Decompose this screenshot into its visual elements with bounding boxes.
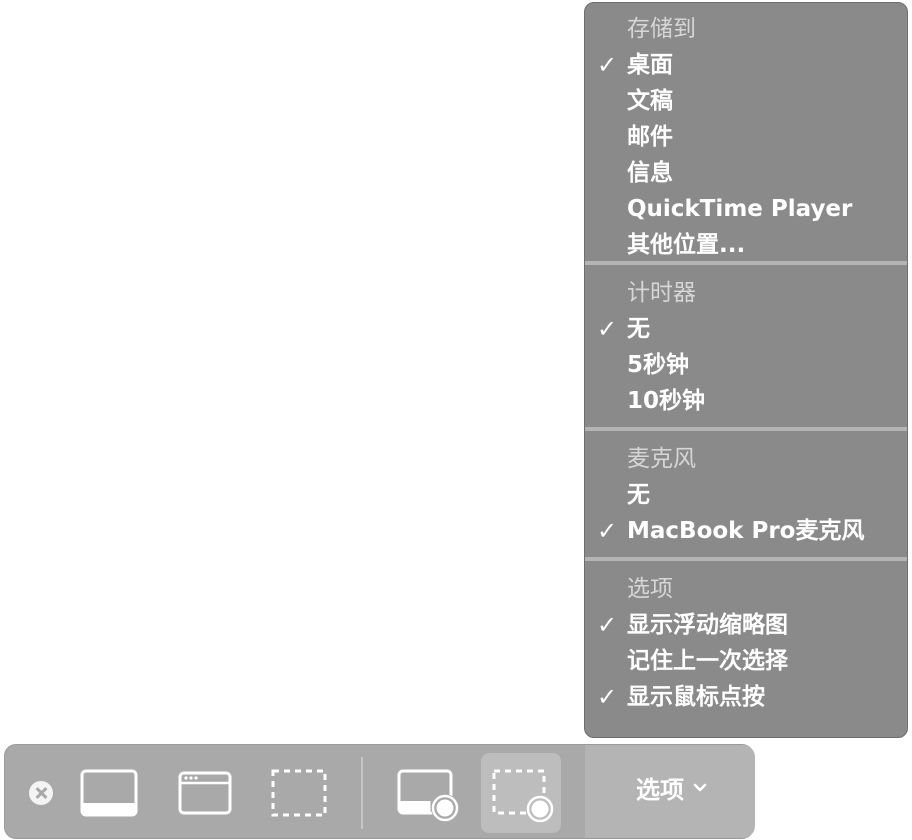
checkmark-icon: ✓ bbox=[596, 51, 618, 79]
menu-item-quicktime-player[interactable]: QuickTime Player bbox=[585, 191, 907, 227]
menu-item-timer-none[interactable]: ✓ 无 bbox=[585, 311, 907, 347]
microphone-section: 麦克风 无 ✓ MacBook Pro麦克风 bbox=[585, 431, 907, 555]
timer-header: 计时器 bbox=[627, 280, 696, 306]
capture-window-icon bbox=[178, 771, 232, 815]
menu-item-documents[interactable]: 文稿 bbox=[585, 83, 907, 119]
menu-item-label: 文稿 bbox=[627, 88, 673, 114]
save-to-header: 存储到 bbox=[627, 16, 696, 42]
menu-item-messages[interactable]: 信息 bbox=[585, 155, 907, 191]
checkmark-icon: ✓ bbox=[596, 683, 618, 711]
menu-item-label: 显示浮动缩略图 bbox=[627, 612, 788, 638]
menu-item-label: 邮件 bbox=[627, 124, 673, 150]
microphone-header: 麦克风 bbox=[627, 446, 696, 472]
options-header: 选项 bbox=[627, 576, 673, 602]
menu-item-remember-last-selection[interactable]: 记住上一次选择 bbox=[585, 643, 907, 679]
menu-item-label: 10秒钟 bbox=[627, 388, 706, 414]
record-entire-screen-icon bbox=[397, 769, 459, 822]
record-entire-screen-button[interactable] bbox=[387, 753, 467, 833]
options-button-label: 选项 bbox=[636, 776, 684, 804]
menu-item-other-location[interactable]: 其他位置... bbox=[585, 227, 907, 263]
record-selection-icon bbox=[492, 769, 554, 823]
options-section: 选项 ✓ 显示浮动缩略图 记住上一次选择 ✓ 显示鼠标点按 bbox=[585, 561, 907, 715]
menu-item-label: 显示鼠标点按 bbox=[627, 684, 765, 710]
checkmark-icon: ✓ bbox=[596, 315, 618, 343]
menu-item-label: 无 bbox=[627, 316, 650, 342]
checkmark-icon: ✓ bbox=[596, 517, 618, 545]
menu-item-label: 记住上一次选择 bbox=[627, 648, 788, 674]
menu-item-show-floating-thumbnail[interactable]: ✓ 显示浮动缩略图 bbox=[585, 607, 907, 643]
save-to-section: 存储到 ✓ 桌面 文稿 邮件 信息 QuickTime Player 其他位置.… bbox=[585, 3, 907, 259]
screenshot-toolbar: 选项 bbox=[4, 744, 755, 839]
timer-section: 计时器 ✓ 无 5秒钟 10秒钟 bbox=[585, 265, 907, 425]
menu-item-label: 其他位置... bbox=[627, 232, 746, 258]
menu-item-timer-10s[interactable]: 10秒钟 bbox=[585, 383, 907, 419]
menu-item-label: 5秒钟 bbox=[627, 352, 690, 378]
toolbar-divider bbox=[361, 757, 363, 829]
menu-item-label: 无 bbox=[627, 482, 650, 508]
options-menu: 存储到 ✓ 桌面 文稿 邮件 信息 QuickTime Player 其他位置.… bbox=[584, 2, 908, 738]
checkmark-icon: ✓ bbox=[596, 611, 618, 639]
close-icon[interactable] bbox=[29, 781, 53, 805]
capture-selection-button[interactable] bbox=[259, 753, 339, 833]
menu-item-label: QuickTime Player bbox=[627, 196, 853, 222]
menu-item-microphone-none[interactable]: 无 bbox=[585, 477, 907, 513]
capture-entire-screen-icon bbox=[80, 769, 138, 817]
menu-item-desktop[interactable]: ✓ 桌面 bbox=[585, 47, 907, 83]
menu-item-label: 桌面 bbox=[627, 52, 673, 78]
menu-item-timer-5s[interactable]: 5秒钟 bbox=[585, 347, 907, 383]
menu-item-mail[interactable]: 邮件 bbox=[585, 119, 907, 155]
capture-window-button[interactable] bbox=[165, 753, 245, 833]
capture-selection-icon bbox=[271, 769, 327, 817]
menu-item-show-mouse-clicks[interactable]: ✓ 显示鼠标点按 bbox=[585, 679, 907, 715]
chevron-down-icon bbox=[693, 783, 707, 792]
menu-item-label: MacBook Pro麦克风 bbox=[627, 518, 865, 544]
record-selection-button[interactable] bbox=[481, 753, 561, 833]
capture-entire-screen-button[interactable] bbox=[69, 753, 149, 833]
menu-item-macbook-pro-microphone[interactable]: ✓ MacBook Pro麦克风 bbox=[585, 513, 907, 549]
options-button[interactable]: 选项 bbox=[585, 745, 755, 838]
menu-item-label: 信息 bbox=[627, 160, 673, 186]
